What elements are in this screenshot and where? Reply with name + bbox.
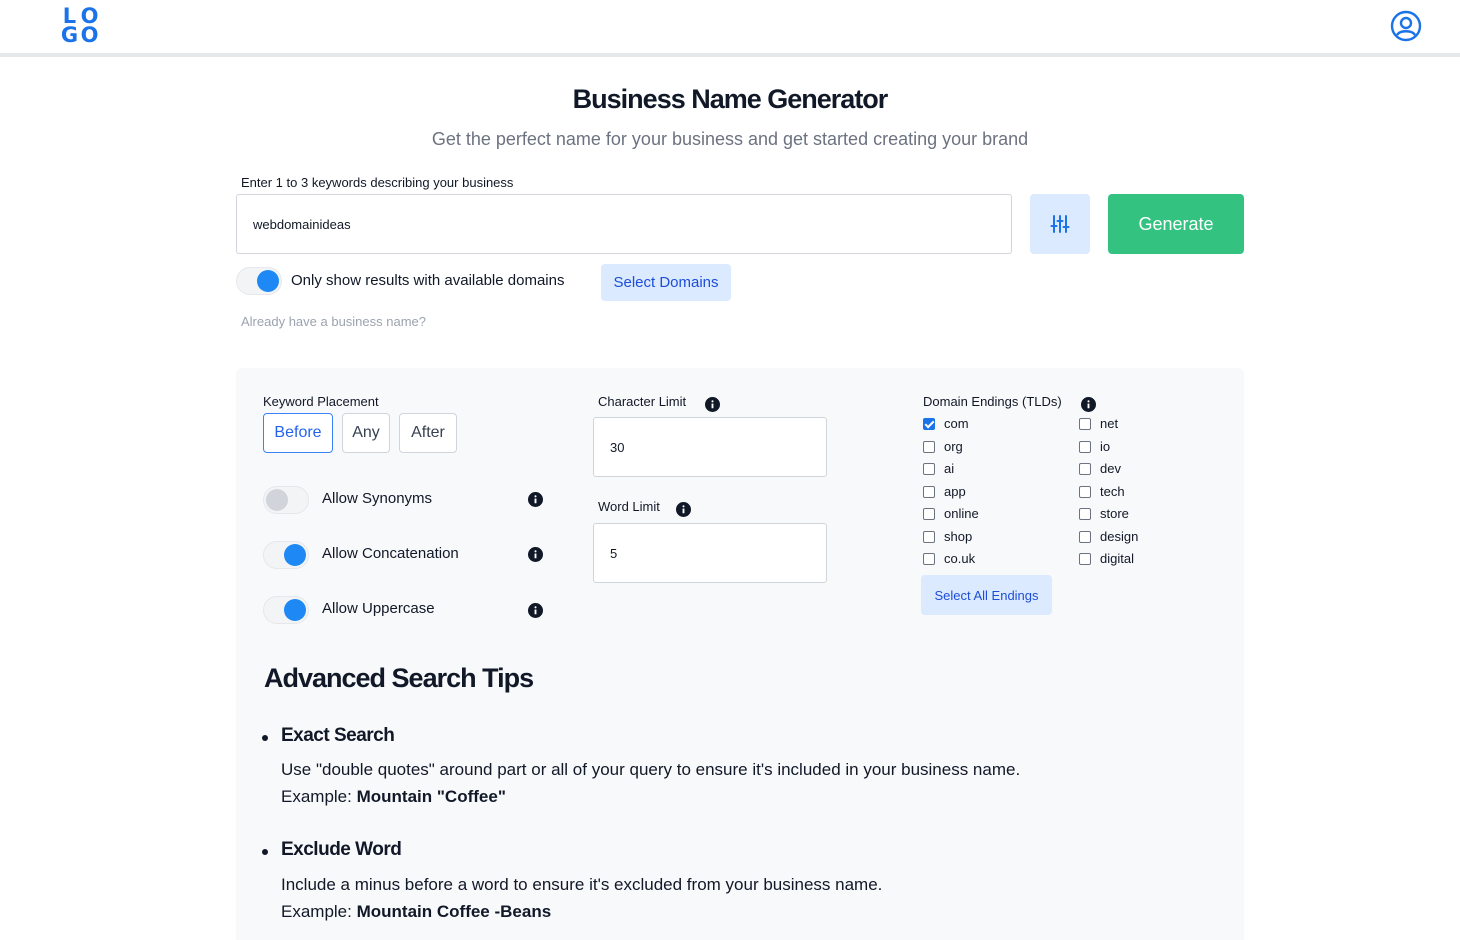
tld-label: app [944,484,966,499]
tld-design-checkbox[interactable]: design [1079,529,1138,544]
checkbox [1079,507,1091,520]
checkbox [923,462,935,475]
select-all-endings-button[interactable]: Select All Endings [921,575,1052,615]
tld-shop-checkbox[interactable]: shop [923,529,972,544]
tld-io-checkbox[interactable]: io [1079,439,1110,454]
page-subtitle: Get the perfect name for your business a… [431,129,1029,149]
checkbox [1079,530,1091,543]
tld-label: co.uk [944,551,976,566]
already-have-name-link[interactable]: Already have a business name? [241,314,426,329]
tld-label: store [1100,506,1129,521]
tld-label: tech [1100,484,1125,499]
tip-heading: Exact Search [281,725,395,746]
tip-text: Use "double quotes" around part or all o… [281,760,1021,779]
concatenation-toggle[interactable] [263,541,309,569]
keyword-input[interactable] [236,194,1012,254]
word-limit-input[interactable] [593,523,827,583]
sliders-icon [1050,215,1070,233]
toggle-knob [266,489,288,511]
info-icon[interactable] [1081,397,1096,412]
synonyms-label: Allow Synonyms [322,490,433,507]
tld-com-checkbox[interactable]: com [923,416,969,431]
tld-label: digital [1100,551,1134,566]
example-label: Example: [281,902,352,921]
example-label: Example: [281,787,352,806]
tld-label: net [1100,416,1119,431]
tld-online-checkbox[interactable]: online [923,506,979,521]
select-domains-button[interactable]: Select Domains [601,264,731,301]
tld-digital-checkbox[interactable]: digital [1079,551,1134,566]
header-divider [0,53,1460,57]
tld-ai-checkbox[interactable]: ai [923,461,954,476]
tld-label: online [944,506,979,521]
checkbox-checked [923,417,935,430]
character-limit-label: Character Limit [598,394,687,409]
uppercase-toggle[interactable] [263,596,309,624]
page-title: Business Name Generator [572,84,889,114]
tld-org-checkbox[interactable]: org [923,439,963,454]
tld-tech-checkbox[interactable]: tech [1079,484,1125,499]
tip-text: Include a minus before a word to ensure … [281,875,883,894]
toggle-knob [284,544,306,566]
tip-heading: Exclude Word [281,839,402,860]
checkbox [1079,417,1091,430]
info-icon[interactable] [528,547,543,562]
bullet [262,849,268,855]
filter-button[interactable] [1030,194,1090,254]
example-value: Mountain Coffee -Beans [356,902,552,921]
placement-before-button[interactable]: Before [263,413,333,453]
checkbox [1079,440,1091,453]
tld-label: shop [944,529,973,544]
word-limit-label: Word Limit [598,499,660,514]
checkbox [1079,552,1091,565]
tlds-label: Domain Endings (TLDs) [923,394,1062,409]
synonyms-toggle[interactable] [263,486,309,514]
available-domains-toggle[interactable] [236,267,282,295]
generate-button[interactable]: Generate [1108,194,1244,254]
logo-letter: G [60,23,78,47]
available-domains-label: Only show results with available domains [291,272,565,289]
bullet [262,735,268,741]
logo-letter: O [80,23,99,47]
placement-after-button[interactable]: After [399,413,457,453]
info-icon[interactable] [528,603,543,618]
checkbox [923,440,935,453]
checkbox [923,552,935,565]
checkbox [923,485,935,498]
info-icon[interactable] [705,397,720,412]
toggle-knob [257,270,279,292]
checkbox [923,530,935,543]
tip-example: Example: Mountain "Coffee" [281,787,506,807]
checkbox [923,507,935,520]
user-circle-icon[interactable] [1390,10,1422,42]
toggle-knob [284,599,306,621]
info-icon[interactable] [676,502,691,517]
keyword-placement-label: Keyword Placement [263,394,379,409]
tld-co-uk-checkbox[interactable]: co.uk [923,551,975,566]
checkbox [1079,485,1091,498]
checkbox [1079,462,1091,475]
tld-label: design [1100,529,1139,544]
tld-label: org [944,439,963,454]
tld-label: io [1100,439,1111,454]
tld-label: com [944,416,969,431]
tld-dev-checkbox[interactable]: dev [1079,461,1121,476]
top-bar: L O G O [0,0,1460,53]
character-limit-input[interactable] [593,417,827,477]
tld-label: ai [944,461,955,476]
concatenation-label: Allow Concatenation [322,545,459,562]
tld-app-checkbox[interactable]: app [923,484,966,499]
keyword-label: Enter 1 to 3 keywords describing your bu… [241,175,514,190]
tips-title: Advanced Search Tips [264,663,534,693]
tld-label: dev [1100,461,1121,476]
tld-store-checkbox[interactable]: store [1079,506,1129,521]
logo[interactable]: L O G O [59,6,99,47]
example-value: Mountain "Coffee" [356,787,506,806]
placement-any-button[interactable]: Any [342,413,390,453]
tip-example: Example: Mountain Coffee -Beans [281,902,551,922]
info-icon[interactable] [528,492,543,507]
uppercase-label: Allow Uppercase [322,600,435,617]
tld-net-checkbox[interactable]: net [1079,416,1118,431]
